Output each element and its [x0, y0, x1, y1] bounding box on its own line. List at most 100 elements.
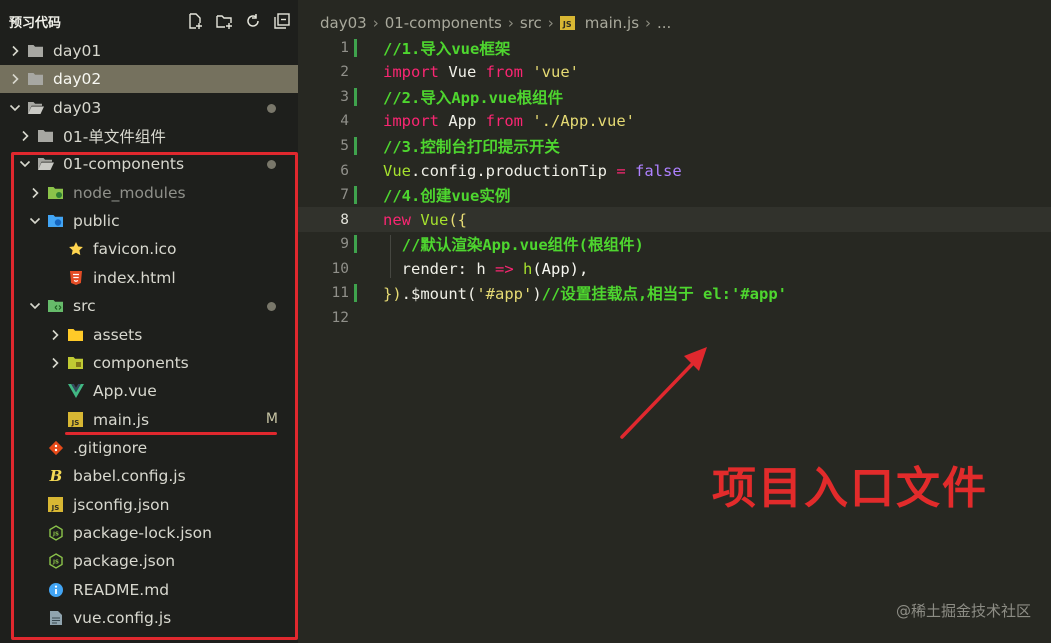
tree-item-label: day03: [53, 98, 102, 117]
code-token: }): [383, 285, 402, 304]
code-line[interactable]: 11 }).$mount('#app')//设置挂载点,相当于 el:'#app': [298, 281, 1051, 306]
new-folder-icon[interactable]: [214, 11, 234, 31]
line-number: 12: [331, 309, 349, 326]
gutter-blank: [354, 309, 357, 327]
code-token: import: [383, 112, 439, 131]
code-token: //3.控制台打印提示开关: [383, 137, 560, 156]
chevron-right-icon[interactable]: [28, 186, 42, 200]
code-token: from: [485, 63, 523, 82]
svg-text:JS: JS: [51, 531, 58, 537]
explorer-actions: [185, 11, 292, 31]
tree-item-package-json[interactable]: JS package.json: [0, 547, 298, 575]
code-text: import App from './App.vue': [383, 112, 635, 130]
js-file-icon: JS: [559, 16, 575, 30]
line-number: 7: [340, 187, 349, 204]
tree-item-components[interactable]: components: [0, 349, 298, 377]
chevron-right-icon[interactable]: [8, 72, 22, 86]
src-folder-icon: [47, 298, 64, 314]
chevron-down-icon[interactable]: [28, 214, 42, 228]
tree-item-label: vue.config.js: [73, 609, 172, 627]
code-line[interactable]: 4 import App from './App.vue': [298, 109, 1051, 134]
code-line[interactable]: 9 //默认渲染App.vue组件(根组件): [298, 232, 1051, 257]
chevron-down-icon[interactable]: [28, 299, 42, 313]
tree-item-index-html[interactable]: index.html: [0, 264, 298, 292]
code-token: .$mount(: [401, 285, 477, 304]
code-token: //4.创建vue实例: [383, 187, 511, 206]
line-number: 6: [340, 162, 349, 179]
modified-dot-badge: [267, 103, 276, 113]
code-line[interactable]: 3 //2.导入App.vue根组件: [298, 85, 1051, 110]
tree-item-vue-config-js[interactable]: vue.config.js: [0, 604, 298, 632]
annotation-label: 项目入口文件: [712, 463, 988, 514]
tree-item-label: day02: [53, 70, 102, 89]
tree-item-main-js[interactable]: JS main.js M: [0, 406, 298, 434]
code-line[interactable]: 7 //4.创建vue实例: [298, 183, 1051, 208]
code-line[interactable]: 6 Vue.config.productionTip = false: [298, 158, 1051, 183]
tree-item-babel-config-js[interactable]: Bbabel.config.js: [0, 462, 298, 490]
explorer-title: 预习代码: [9, 15, 62, 31]
code-line[interactable]: 8 new Vue({: [298, 207, 1051, 232]
tree-item-01[interactable]: 01-单文件组件: [0, 122, 298, 150]
code-line[interactable]: 1 //1.导入vue框架: [298, 36, 1051, 61]
tree-item-day03[interactable]: day03: [0, 94, 298, 122]
code-text: }).$mount('#app')//设置挂载点,相当于 el:'#app': [383, 282, 787, 304]
explorer-sidebar: 预习代码 day01 day02 day03 01-单文件组件 01-component…: [0, 0, 298, 643]
chevron-right-icon[interactable]: [8, 44, 22, 58]
chevron-down-icon[interactable]: [18, 157, 32, 171]
tree-item-app-vue[interactable]: App.vue: [0, 377, 298, 405]
collapse-all-icon[interactable]: [272, 11, 292, 31]
code-token: '#app': [476, 285, 533, 304]
breadcrumb-item-day03[interactable]: day03: [320, 14, 367, 32]
chevron-down-icon[interactable]: [8, 101, 22, 115]
breadcrumb-item-01-components[interactable]: 01-components: [385, 14, 502, 32]
folder-icon: [27, 43, 44, 59]
git-added-marker: [354, 284, 357, 303]
tree-item-label: babel.config.js: [73, 467, 186, 486]
npm-package-icon: JS: [47, 553, 64, 570]
code-text: //默认渲染App.vue组件(根组件): [383, 233, 644, 255]
code-text: new Vue({: [383, 211, 467, 229]
code-token: =>: [494, 259, 514, 278]
refresh-icon[interactable]: [243, 11, 263, 31]
line-number: 11: [331, 285, 349, 302]
line-number: 3: [340, 88, 349, 105]
tree-item-node-modules[interactable]: node_modules: [0, 179, 298, 207]
tree-item-assets[interactable]: assets: [0, 321, 298, 349]
tree-item-public[interactable]: public: [0, 207, 298, 235]
code-token: Vue: [383, 161, 411, 180]
chevron-right-icon[interactable]: [48, 356, 62, 370]
tree-item-label: favicon.ico: [93, 240, 177, 259]
code-token: ({: [448, 210, 468, 229]
tree-item-day01[interactable]: day01: [0, 37, 298, 65]
breadcrumb-item-main-js[interactable]: main.js: [585, 14, 639, 32]
code-line[interactable]: 12: [298, 306, 1051, 331]
npm-package-icon: JS: [47, 525, 64, 541]
tree-item-favicon-ico[interactable]: favicon.ico: [0, 235, 298, 263]
git-added-marker: [354, 235, 357, 254]
tree-item-src[interactable]: src: [0, 292, 298, 320]
tree-item-readme-md[interactable]: README.md: [0, 576, 298, 604]
code-editor[interactable]: day03 › 01-components › src › JS main.js…: [298, 0, 1051, 643]
code-line[interactable]: 2 import Vue from 'vue': [298, 60, 1051, 85]
tree-item-day02[interactable]: day02: [0, 65, 298, 94]
tree-item-gitignore[interactable]: .gitignore: [0, 434, 298, 462]
indent-guide: [390, 234, 391, 278]
new-file-icon[interactable]: [185, 11, 205, 31]
code-line[interactable]: 5 //3.控制台打印提示开关: [298, 134, 1051, 159]
js-file-icon: JS: [47, 497, 64, 513]
code-line[interactable]: 10 render: h => h(App),: [298, 256, 1051, 281]
chevron-right-icon[interactable]: [48, 328, 62, 342]
tree-item-01-components[interactable]: 01-components: [0, 150, 298, 178]
git-added-marker: [354, 186, 357, 205]
folder-icon: [27, 71, 44, 87]
breadcrumb-item-src[interactable]: src: [520, 14, 542, 32]
modified-dot-badge: [267, 302, 276, 312]
code-text: Vue.config.productionTip = false: [383, 162, 682, 180]
tree-item-package-lock-json[interactable]: JS package-lock.json: [0, 519, 298, 547]
chevron-right-icon[interactable]: [18, 129, 32, 143]
breadcrumb-item-more[interactable]: ...: [657, 14, 671, 32]
annotation-arrow-icon: [620, 347, 707, 439]
tree-item-jsconfig-json[interactable]: JS jsconfig.json: [0, 491, 298, 519]
